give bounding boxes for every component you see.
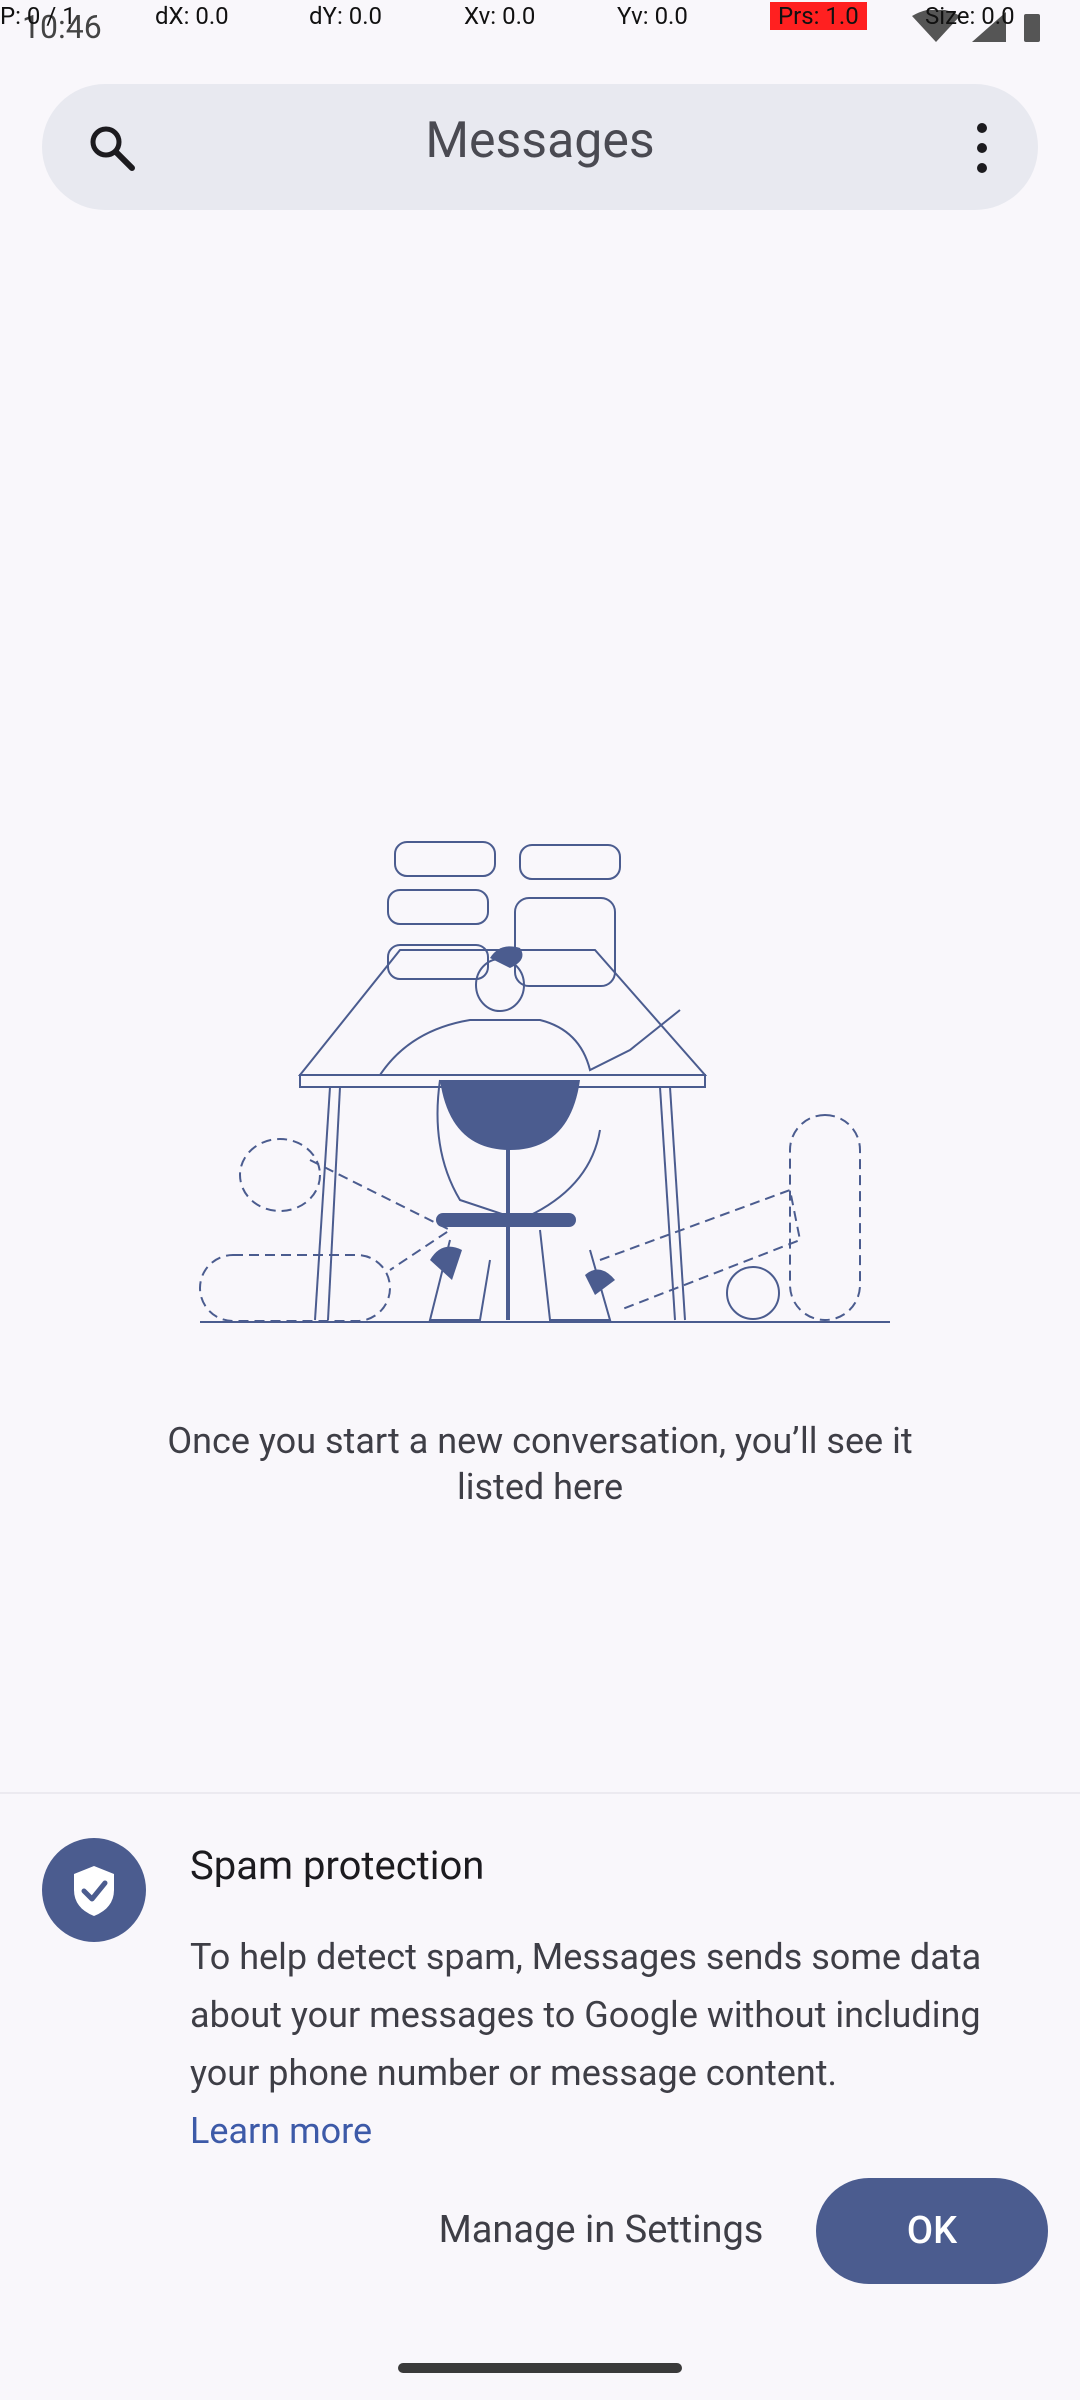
spam-protection-text: To help detect spam, Messages sends some… [190, 1936, 982, 2094]
debug-size: Size: 0.0 [925, 2, 1015, 30]
debug-pointer: P: 0 / 1 [0, 2, 76, 30]
learn-more-link[interactable]: Learn more [190, 2102, 1050, 2160]
debug-prs: Prs: 1.0 [770, 2, 867, 30]
spam-protection-body: To help detect spam, Messages sends some… [190, 1928, 1050, 2160]
debug-dy: dY: 0.0 [309, 2, 383, 30]
divider [0, 1792, 1080, 1794]
gesture-nav-handle[interactable] [398, 2363, 682, 2373]
search-bar[interactable]: Messages [42, 84, 1038, 210]
shield-check-icon [42, 1838, 146, 1942]
debug-dx: dX: 0.0 [155, 2, 229, 30]
ok-button[interactable]: OK [816, 2178, 1048, 2284]
pointer-debug-overlay: P: 0 / 1 dX: 0.0 dY: 0.0 Xv: 0.0 Yv: 0.0… [0, 0, 1080, 32]
empty-state-message: Once you start a new conversation, you’l… [167, 1420, 913, 1508]
more-vert-icon[interactable] [970, 120, 994, 176]
spam-protection-title: Spam protection [190, 1842, 485, 1889]
debug-yv: Yv: 0.0 [617, 2, 688, 30]
debug-xv: Xv: 0.0 [464, 2, 536, 30]
empty-conversations-illustration [199, 841, 890, 1323]
search-bar-title: Messages [425, 112, 655, 170]
manage-in-settings-button[interactable]: Manage in Settings [416, 2180, 786, 2280]
